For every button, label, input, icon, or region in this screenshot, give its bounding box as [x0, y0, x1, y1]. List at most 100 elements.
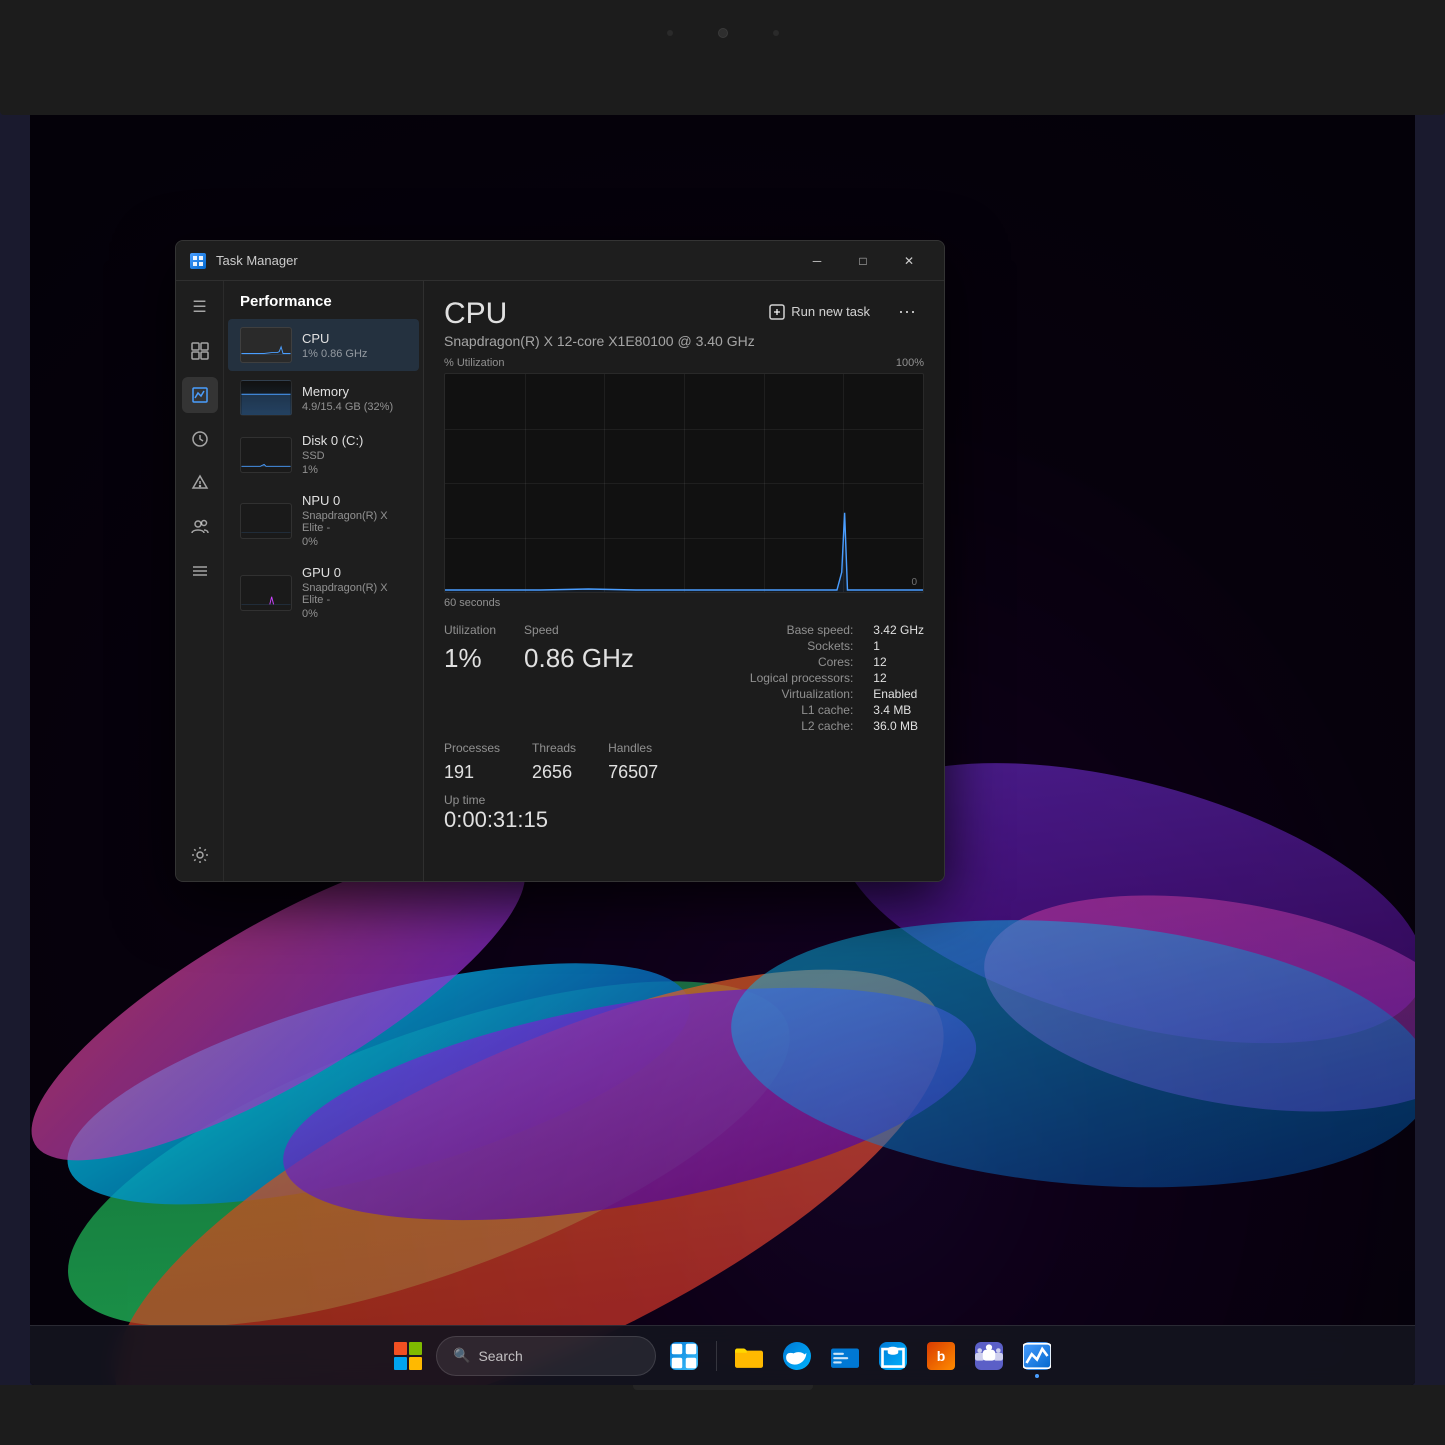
- sidebar-icon-processes[interactable]: [182, 333, 218, 369]
- gpu-nav-sub: Snapdragon(R) X Elite -: [302, 582, 407, 606]
- disk-thumbnail: [240, 437, 292, 473]
- perf-cpu-title: CPU: [444, 297, 755, 331]
- logical-processors-label: Logical processors:: [750, 671, 853, 685]
- taskbar-divider-1: [716, 1341, 717, 1371]
- processes-value: 191: [444, 763, 500, 781]
- taskbar: 🔍 Search: [30, 1325, 1415, 1385]
- left-panel: Performance CPU 1% 0.86 GHz: [224, 281, 424, 881]
- base-speed-value: 3.42 GHz: [873, 623, 924, 637]
- perf-title-block: CPU Snapdragon(R) X 12-core X1E80100 @ 3…: [444, 297, 755, 349]
- memory-thumbnail: [240, 380, 292, 416]
- sidebar-icon-details[interactable]: [182, 553, 218, 589]
- search-label: Search: [478, 1348, 522, 1364]
- virtualization-value: Enabled: [873, 687, 924, 701]
- minimize-button[interactable]: ─: [794, 245, 840, 277]
- tm-body: ☰: [176, 281, 944, 881]
- npu-nav-sub: Snapdragon(R) X Elite -: [302, 510, 407, 534]
- npu-nav-info: NPU 0 Snapdragon(R) X Elite - 0%: [302, 493, 407, 548]
- disk-nav-name: Disk 0 (C:): [302, 433, 407, 448]
- widgets-button[interactable]: [664, 1336, 704, 1376]
- right-panel: CPU Snapdragon(R) X 12-core X1E80100 @ 3…: [424, 281, 944, 881]
- sidebar-icon-users[interactable]: [182, 509, 218, 545]
- panel-header: Performance: [224, 281, 423, 318]
- l2-cache-value: 36.0 MB: [873, 719, 924, 733]
- sidebar-icon-startup[interactable]: [182, 465, 218, 501]
- handles-label: Handles: [608, 741, 658, 755]
- nav-item-gpu[interactable]: GPU 0 Snapdragon(R) X Elite - 0%: [228, 557, 419, 628]
- titlebar-title: Task Manager: [216, 253, 794, 268]
- teams-icon: [975, 1342, 1003, 1370]
- close-button[interactable]: ✕: [886, 245, 932, 277]
- file-explorer-button[interactable]: [729, 1336, 769, 1376]
- edge-button[interactable]: [777, 1336, 817, 1376]
- logical-processors-value: 12: [873, 671, 924, 685]
- cpu-nav-info: CPU 1% 0.86 GHz: [302, 331, 407, 360]
- speed-stat: Speed 0.86 GHz: [524, 623, 634, 733]
- gpu-thumbnail: [240, 575, 292, 611]
- gpu-nav-name: GPU 0: [302, 565, 407, 580]
- specs-table: Base speed: 3.42 GHz Sockets: 1 Cores: 1…: [750, 623, 924, 733]
- graph-y-label: % Utilization: [444, 357, 505, 369]
- base-speed-label: Base speed:: [750, 623, 853, 637]
- utilization-label: Utilization: [444, 623, 496, 637]
- start-button[interactable]: [388, 1336, 428, 1376]
- disk-nav-info: Disk 0 (C:) SSD 1%: [302, 433, 407, 476]
- search-bar[interactable]: 🔍 Search: [436, 1336, 656, 1376]
- memory-nav-info: Memory 4.9/15.4 GB (32%): [302, 384, 407, 413]
- graph-label-row: % Utilization 100%: [444, 357, 924, 369]
- threads-label: Threads: [532, 741, 576, 755]
- titlebar: Task Manager ─ □ ✕: [176, 241, 944, 281]
- nav-item-npu[interactable]: NPU 0 Snapdragon(R) X Elite - 0%: [228, 485, 419, 556]
- npu-nav-name: NPU 0: [302, 493, 407, 508]
- store-button[interactable]: [873, 1336, 913, 1376]
- sidebar-hamburger[interactable]: ☰: [182, 289, 218, 325]
- threads-value: 2656: [532, 763, 576, 781]
- more-options-button[interactable]: ···: [890, 297, 924, 326]
- npu-nav-sub2: 0%: [302, 536, 407, 548]
- memory-nav-name: Memory: [302, 384, 407, 399]
- maximize-button[interactable]: □: [840, 245, 886, 277]
- file-explorer-icon: [735, 1342, 763, 1370]
- l2-cache-label: L2 cache:: [750, 719, 853, 733]
- nav-item-cpu[interactable]: CPU 1% 0.86 GHz: [228, 319, 419, 371]
- processes-stat: Processes 191: [444, 741, 500, 781]
- panel-title: Performance: [240, 293, 332, 310]
- windows-logo: [394, 1342, 422, 1370]
- disk-nav-sub1: SSD: [302, 450, 407, 462]
- l1-cache-label: L1 cache:: [750, 703, 853, 717]
- cores-label: Cores:: [750, 655, 853, 669]
- search-icon: 🔍: [453, 1347, 470, 1364]
- cpu-chart-svg: [445, 374, 923, 592]
- teams-button[interactable]: [969, 1336, 1009, 1376]
- disk-nav-sub2: 1%: [302, 464, 407, 476]
- uptime-value: 0:00:31:15: [444, 807, 924, 833]
- sidebar-icon-settings[interactable]: [182, 837, 218, 873]
- npu-thumbnail: [240, 503, 292, 539]
- store-icon: [879, 1342, 907, 1370]
- graph-time-label: 60 seconds: [444, 597, 924, 609]
- run-new-task-label: Run new task: [791, 304, 870, 319]
- processes-label: Processes: [444, 741, 500, 755]
- run-new-task-button[interactable]: Run new task: [761, 300, 878, 324]
- graph-y-min-label: 0: [911, 577, 917, 588]
- speed-label: Speed: [524, 623, 634, 637]
- stats-row-1: Utilization 1% Speed 0.86 GHz Base speed…: [424, 609, 944, 741]
- perf-header: CPU Snapdragon(R) X 12-core X1E80100 @ 3…: [424, 281, 944, 357]
- sidebar-icon-performance[interactable]: [182, 377, 218, 413]
- file-manager-icon: [831, 1342, 859, 1370]
- stats-row-2: Processes 191 Threads 2656 Handles 76507: [424, 741, 944, 793]
- edge-icon: [783, 1342, 811, 1370]
- nav-item-disk[interactable]: Disk 0 (C:) SSD 1%: [228, 425, 419, 484]
- task-manager-taskbar-button[interactable]: [1017, 1336, 1057, 1376]
- memory-nav-sub: 4.9/15.4 GB (32%): [302, 401, 407, 413]
- utilization-value: 1%: [444, 645, 496, 671]
- sidebar-icon-history[interactable]: [182, 421, 218, 457]
- ms-news-button[interactable]: b: [921, 1336, 961, 1376]
- file-manager-button[interactable]: [825, 1336, 865, 1376]
- cores-value: 12: [873, 655, 924, 669]
- virtualization-label: Virtualization:: [750, 687, 853, 701]
- task-manager-taskbar-icon: [1023, 1342, 1051, 1370]
- nav-item-memory[interactable]: Memory 4.9/15.4 GB (32%): [228, 372, 419, 424]
- speed-value: 0.86 GHz: [524, 645, 634, 671]
- cpu-thumbnail: [240, 327, 292, 363]
